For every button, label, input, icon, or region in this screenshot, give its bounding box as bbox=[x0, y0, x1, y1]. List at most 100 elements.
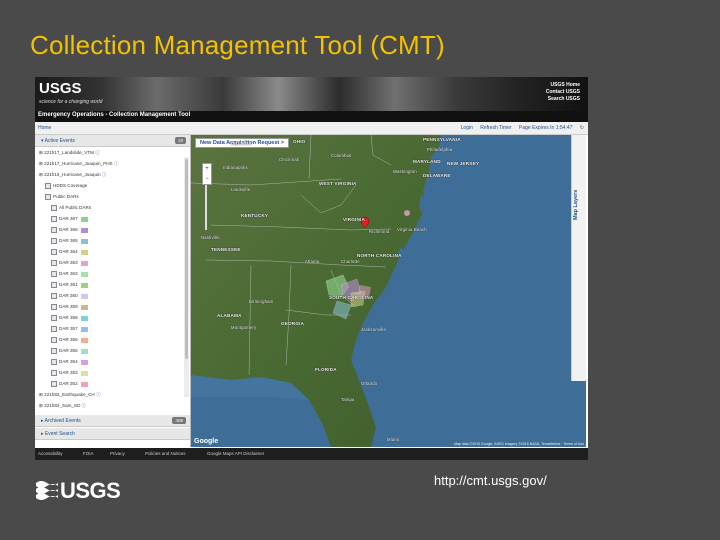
usgs-footer-logo-text: USGS bbox=[60, 478, 121, 503]
dar-item[interactable]: DAR 360 bbox=[51, 293, 88, 299]
dar-item[interactable]: DAR 361 bbox=[51, 282, 88, 288]
city-label: Miami bbox=[387, 437, 400, 442]
event-item[interactable]: ⊞ 221h15_Hurricane_Joaquin ⓘ bbox=[39, 172, 106, 178]
cmt-url[interactable]: http://cmt.usgs.gov/ bbox=[434, 473, 547, 488]
dar-item[interactable]: DAR 357 bbox=[51, 326, 88, 332]
info-icon[interactable]: ⓘ bbox=[113, 161, 119, 166]
footer-foia-link[interactable]: FOIA bbox=[83, 451, 94, 456]
checkbox[interactable] bbox=[51, 359, 57, 365]
dar-item[interactable]: DAR 352 bbox=[51, 381, 88, 387]
info-icon[interactable]: ⓘ bbox=[94, 150, 100, 155]
tree-item-label: DAR 361 bbox=[59, 282, 78, 288]
app-title: Emergency Operations - Collection Manage… bbox=[38, 112, 191, 118]
dar-color-swatch bbox=[80, 260, 88, 266]
layer-item[interactable]: HDDS Coverage bbox=[45, 183, 87, 189]
city-label: Indianapolis bbox=[223, 165, 248, 170]
event-item[interactable]: ⊞ 221h17_Landslide_VTM ⓘ bbox=[39, 150, 100, 156]
tree-item-label: DAR 364 bbox=[59, 249, 78, 255]
map-view[interactable]: New Data Acquisition Request > + − INDIAN… bbox=[191, 135, 586, 447]
checkbox[interactable] bbox=[51, 315, 57, 321]
tree-item-label: DAR 367 bbox=[59, 216, 78, 222]
zoom-control[interactable]: + − bbox=[202, 163, 212, 185]
state-label: SOUTH CAROLINA bbox=[329, 295, 374, 300]
footer-privacy-link[interactable]: Privacy bbox=[110, 451, 125, 456]
dar-item[interactable]: DAR 359 bbox=[51, 304, 88, 310]
refresh-timer-link[interactable]: Refresh Timer bbox=[480, 125, 511, 131]
checkbox[interactable] bbox=[51, 326, 57, 332]
tree-item-label: DAR 354 bbox=[59, 359, 78, 365]
usgs-wave-icon bbox=[36, 481, 58, 500]
info-icon[interactable]: ⓘ bbox=[80, 403, 87, 408]
tree-item-label: 221h83_Earthquake_CH bbox=[44, 392, 95, 397]
event-search-header[interactable]: ▸ Event Search bbox=[35, 428, 190, 440]
dar-item[interactable]: DAR 366 bbox=[51, 227, 88, 233]
dar-item[interactable]: DAR 363 bbox=[51, 260, 88, 266]
footer-google-disclaimer-link[interactable]: Google Maps API Disclaimer bbox=[207, 451, 264, 456]
state-label: GEORGIA bbox=[281, 321, 305, 326]
contact-usgs-link[interactable]: Contact USGS bbox=[546, 89, 580, 96]
tree-item-label: DAR 362 bbox=[59, 271, 78, 277]
checkbox[interactable] bbox=[51, 249, 57, 255]
city-label: Birmingham bbox=[249, 299, 274, 304]
layer-item[interactable]: Public DARs bbox=[45, 194, 79, 200]
event-item[interactable]: ⊞ 221h83_Earthquake_CH ⓘ bbox=[39, 392, 101, 398]
dar-item[interactable]: DAR 365 bbox=[51, 238, 88, 244]
login-link[interactable]: Login bbox=[461, 125, 473, 131]
dar-item[interactable]: DAR 367 bbox=[51, 216, 88, 222]
footer-accessibility-link[interactable]: Accessibility bbox=[38, 451, 63, 456]
checkbox[interactable] bbox=[51, 227, 57, 233]
nav-home-link[interactable]: Home bbox=[38, 125, 51, 131]
usgs-home-link[interactable]: USGS Home bbox=[546, 82, 580, 89]
dar-item[interactable]: DAR 364 bbox=[51, 249, 88, 255]
dar-item[interactable]: DAR 356 bbox=[51, 337, 88, 343]
dar-item[interactable]: DAR 358 bbox=[51, 315, 88, 321]
tree-item-label: DAR 365 bbox=[59, 238, 78, 244]
checkbox[interactable] bbox=[51, 260, 57, 266]
state-label: WEST VIRGINIA bbox=[319, 181, 357, 186]
checkbox[interactable] bbox=[51, 370, 57, 376]
checkbox[interactable] bbox=[45, 183, 51, 189]
city-label: Tampa bbox=[341, 397, 355, 402]
app-title-bar: Emergency Operations - Collection Manage… bbox=[35, 111, 588, 122]
dar-item[interactable]: DAR 354 bbox=[51, 359, 88, 365]
refresh-icon[interactable]: ↻ bbox=[580, 125, 584, 131]
search-usgs-link[interactable]: Search USGS bbox=[546, 96, 580, 103]
tree-item-label: All Public DARs bbox=[59, 205, 92, 211]
dar-marker[interactable] bbox=[404, 210, 410, 216]
checkbox[interactable] bbox=[51, 205, 57, 211]
archived-events-header[interactable]: ▸ Archived Events 408 bbox=[35, 415, 190, 427]
info-icon[interactable]: ⓘ bbox=[101, 172, 107, 177]
tree-item-label: 221h17_Landslide_VTM bbox=[44, 150, 94, 155]
zoom-slider[interactable] bbox=[205, 185, 207, 230]
event-item[interactable]: ⊞ 221h83_Sam_SD ⓘ bbox=[39, 403, 86, 409]
usgs-logo[interactable]: USGS bbox=[39, 80, 82, 97]
checkbox[interactable] bbox=[51, 282, 57, 288]
dar-color-swatch bbox=[80, 238, 88, 244]
info-icon[interactable]: ⓘ bbox=[95, 392, 101, 397]
city-label: Charlotte bbox=[341, 259, 360, 264]
dar-color-swatch bbox=[80, 315, 88, 321]
event-item[interactable]: ⊞ 221h17_Hurricane_Joaquin_PHS ⓘ bbox=[39, 161, 118, 167]
active-events-header[interactable]: ▾ Active Events 10 bbox=[35, 135, 190, 147]
checkbox[interactable] bbox=[51, 348, 57, 354]
sidebar-scroll-thumb[interactable] bbox=[185, 159, 188, 359]
page-expires-text: Page Expires In 1:54:47 bbox=[519, 125, 573, 131]
checkbox[interactable] bbox=[45, 194, 51, 200]
header-links: USGS Home Contact USGS Search USGS bbox=[546, 82, 580, 103]
checkbox[interactable] bbox=[51, 293, 57, 299]
checkbox[interactable] bbox=[51, 238, 57, 244]
footer-policies-link[interactable]: Policies and Notices bbox=[145, 451, 186, 456]
checkbox[interactable] bbox=[51, 271, 57, 277]
page-footer: Accessibility FOIA Privacy Policies and … bbox=[35, 448, 588, 460]
checkbox[interactable] bbox=[51, 337, 57, 343]
checkbox[interactable] bbox=[51, 216, 57, 222]
state-label: ALABAMA bbox=[217, 313, 242, 318]
dar-item[interactable]: DAR 355 bbox=[51, 348, 88, 354]
checkbox[interactable] bbox=[51, 304, 57, 310]
map-layers-tab[interactable]: Map Layers bbox=[571, 135, 586, 381]
dar-item[interactable]: DAR 362 bbox=[51, 271, 88, 277]
dar-color-swatch bbox=[80, 337, 88, 343]
dar-item[interactable]: DAR 353 bbox=[51, 370, 88, 376]
layer-item[interactable]: All Public DARs bbox=[51, 205, 91, 211]
checkbox[interactable] bbox=[51, 381, 57, 387]
